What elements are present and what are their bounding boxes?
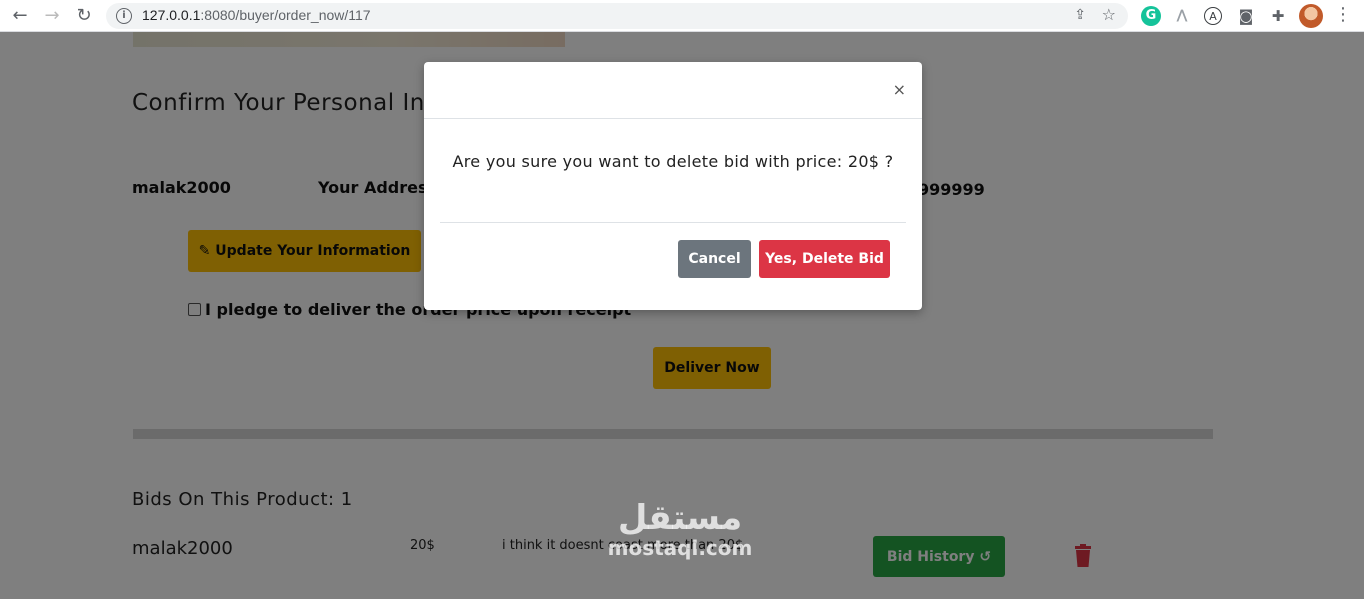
puzzle-icon[interactable]: ✚ bbox=[1268, 6, 1288, 26]
star-icon[interactable]: ☆ bbox=[1102, 5, 1116, 24]
back-arrow-icon[interactable]: ← bbox=[8, 4, 32, 28]
browser-toolbar: ← → ↻ i 127.0.0.1:8080/buyer/order_now/1… bbox=[0, 0, 1364, 32]
url-host: 127.0.0.1 bbox=[142, 7, 201, 23]
watermark: مستقل mostaql.com bbox=[590, 500, 770, 560]
modal-message: Are you sure you want to delete bid with… bbox=[452, 152, 894, 171]
info-icon[interactable]: i bbox=[116, 8, 132, 24]
address-bar[interactable]: i 127.0.0.1:8080/buyer/order_now/117 ⇪ ☆ bbox=[106, 3, 1128, 29]
url-path: :8080/buyer/order_now/117 bbox=[200, 7, 371, 23]
camera-icon[interactable]: ◙ bbox=[1236, 6, 1256, 26]
more-menu-icon[interactable]: ⋮ bbox=[1334, 4, 1352, 25]
avatar[interactable] bbox=[1299, 4, 1323, 28]
reload-icon[interactable]: ↻ bbox=[72, 4, 96, 28]
watermark-arabic: مستقل bbox=[617, 498, 743, 538]
extension-icon[interactable]: ⋀ bbox=[1172, 6, 1192, 26]
account-icon[interactable]: A bbox=[1204, 7, 1222, 25]
watermark-latin: mostaql.com bbox=[607, 536, 753, 560]
cancel-button[interactable]: Cancel bbox=[678, 240, 751, 278]
delete-bid-modal: × Are you sure you want to delete bid wi… bbox=[424, 62, 922, 310]
close-icon[interactable]: × bbox=[893, 82, 906, 98]
grammarly-icon[interactable]: G bbox=[1141, 6, 1161, 26]
delete-bid-button[interactable]: Yes, Delete Bid bbox=[759, 240, 890, 278]
url-text[interactable]: 127.0.0.1:8080/buyer/order_now/117 bbox=[142, 7, 371, 23]
modal-header: × bbox=[424, 62, 922, 119]
share-icon[interactable]: ⇪ bbox=[1074, 7, 1086, 23]
forward-arrow-icon[interactable]: → bbox=[40, 4, 64, 28]
modal-divider bbox=[440, 222, 906, 223]
